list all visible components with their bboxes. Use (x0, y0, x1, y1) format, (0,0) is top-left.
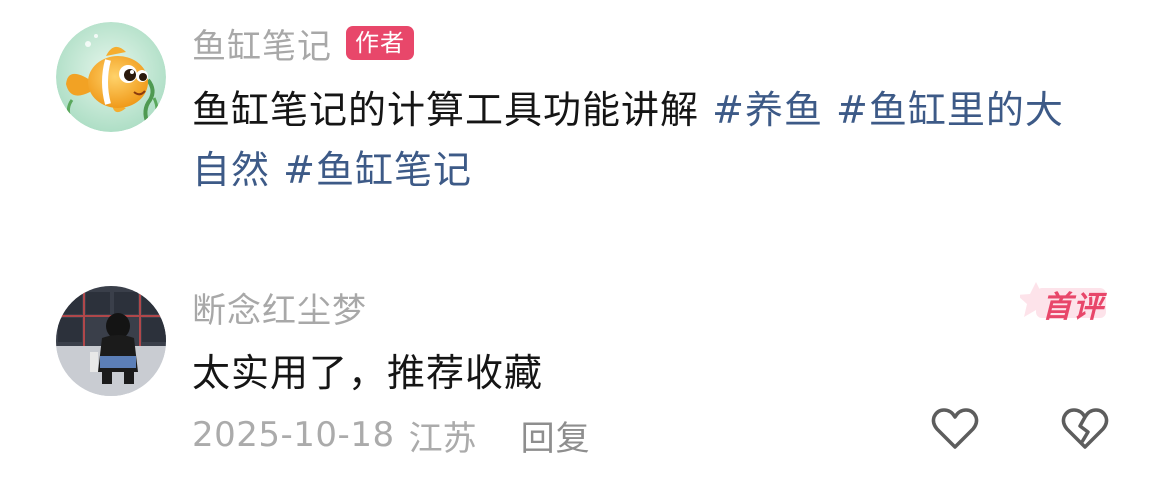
hashtag-link[interactable]: #鱼缸笔记 (283, 148, 472, 192)
commenter-name-row: 断念红尘梦 (192, 283, 1112, 332)
comment-location: 江苏 (408, 418, 477, 459)
comment-text: 太实用了，推荐收藏 (192, 351, 544, 395)
goldfish-avatar-icon (56, 22, 166, 132)
hashtag-link[interactable]: #养鱼 (712, 88, 823, 132)
author-avatar[interactable] (56, 22, 166, 132)
broken-heart-icon (1061, 408, 1109, 449)
dislike-button[interactable] (1060, 406, 1110, 452)
user-photo-avatar (56, 286, 166, 396)
post-caption: 鱼缸笔记的计算工具功能讲解 (192, 88, 700, 132)
heart-icon (931, 408, 979, 449)
author-name[interactable]: 鱼缸笔记 (192, 19, 332, 68)
comment-date: 2025-10-18 (192, 415, 395, 455)
author-name-row: 鱼缸笔记 作者 (192, 19, 1112, 68)
post-text: 鱼缸笔记的计算工具功能讲解 #养鱼 #鱼缸里的大自然 #鱼缸笔记 (192, 80, 1102, 200)
commenter-avatar[interactable] (56, 286, 166, 396)
commenter-name[interactable]: 断念红尘梦 (192, 283, 367, 332)
like-button[interactable] (930, 406, 980, 452)
post-body: 鱼缸笔记 作者 鱼缸笔记的计算工具功能讲解 #养鱼 #鱼缸里的大自然 #鱼缸笔记 (192, 20, 1112, 200)
author-badge: 作者 (346, 26, 414, 60)
reply-button[interactable]: 回复 (521, 411, 591, 460)
